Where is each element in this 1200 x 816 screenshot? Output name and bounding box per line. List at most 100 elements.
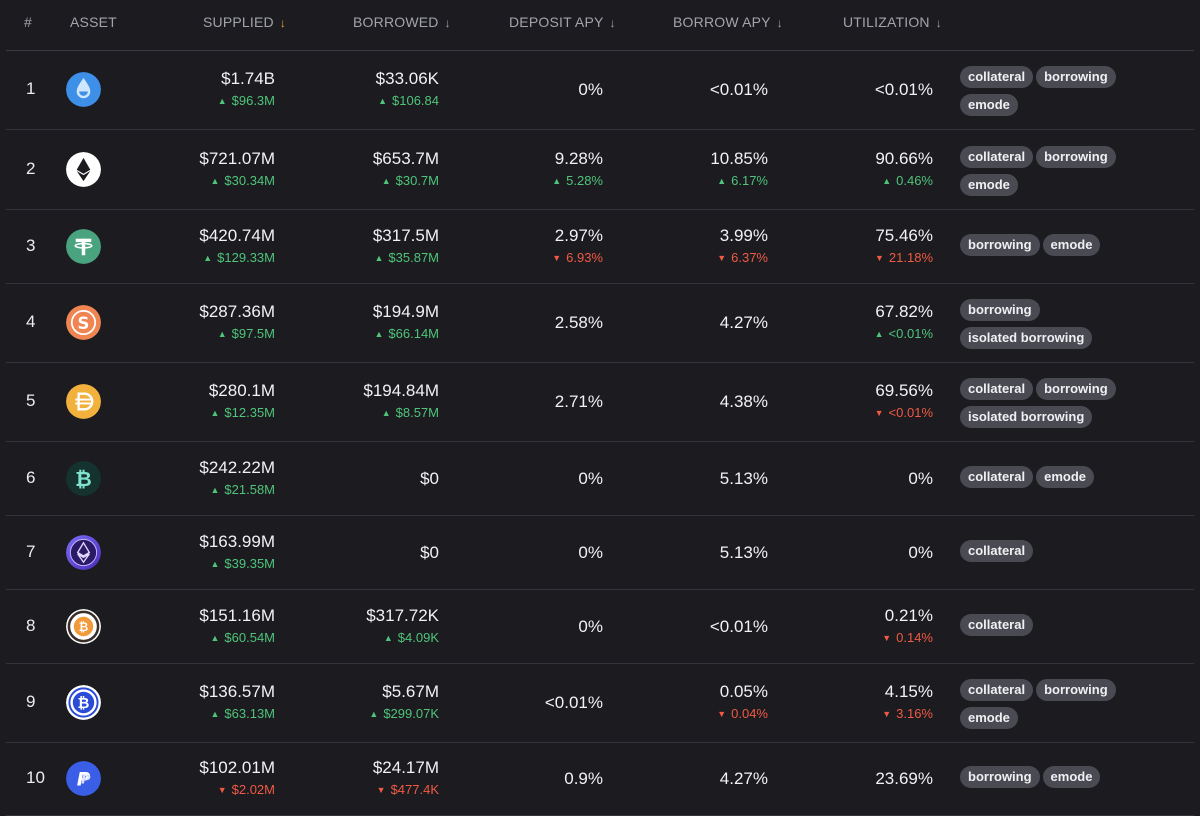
borrow-apy-cell: 4.27% xyxy=(720,769,768,789)
badge-collateral[interactable]: collateral xyxy=(960,679,1034,701)
cell-value: <0.01% xyxy=(544,693,603,712)
utilization-cell: 90.66% ▲ 0.46% xyxy=(875,149,933,188)
badge-list: collateral borrowing isolated borrowing xyxy=(960,378,1160,434)
cell-value: $33.06K xyxy=(375,69,439,88)
table-row[interactable]: 10 P P $102.01M ▼ $2.02M $24.17M ▼ $477.4K 0.9% 4.… xyxy=(6,743,1194,816)
badge-collateral[interactable]: collateral xyxy=(960,378,1034,400)
header-borrow-apy[interactable]: BORROW APY ↓ xyxy=(673,14,783,30)
badge-borrowing[interactable]: borrowing xyxy=(1036,679,1116,701)
cell-value: $163.99M xyxy=(199,531,275,551)
badge-collateral[interactable]: collateral xyxy=(960,66,1034,88)
header-supplied[interactable]: SUPPLIED ↓ xyxy=(203,14,286,30)
borrow-apy-cell: 3.99% ▼ 6.37% xyxy=(717,226,768,265)
utilization-cell: 67.82% ▲ <0.01% xyxy=(875,302,933,341)
bitcoin-teal-icon: ₿ xyxy=(66,460,101,496)
triangle-down-icon: ▼ xyxy=(217,785,227,795)
badge-list: collateral borrowing emode xyxy=(960,679,1160,735)
change-indicator: ▼ 6.37% xyxy=(717,250,768,265)
badge-emode[interactable]: emode xyxy=(1042,233,1101,256)
svg-text:P: P xyxy=(81,771,91,786)
cell-value: 0.9% xyxy=(564,769,603,788)
badge-collateral[interactable]: collateral xyxy=(960,465,1034,488)
cell-value: <0.01% xyxy=(874,80,933,99)
badge-borrowing[interactable]: borrowing xyxy=(960,299,1040,321)
header-deposit-apy[interactable]: DEPOSIT APY ↓ xyxy=(509,14,616,30)
change-indicator: ▲ $96.3M xyxy=(218,93,275,108)
table-row[interactable]: 2 $721.07M ▲ $30.34M $653.7M ▲ $30.7M 9.28% ▲ 5.2… xyxy=(6,130,1194,210)
liquid-staking-drop-icon xyxy=(66,72,101,107)
borrowed-cell: $653.7M ▲ $30.7M xyxy=(373,149,439,188)
cell-value: $194.84M xyxy=(363,381,439,400)
badge-borrowing[interactable]: borrowing xyxy=(960,233,1040,256)
table-row[interactable]: 6 ₿ $242.22M ▲ $21.58M $0 0% 5.13% 0% collateral e… xyxy=(6,442,1194,516)
change-indicator: ▲ 0.46% xyxy=(875,173,933,188)
change-indicator: ▲ $97.5M xyxy=(199,326,275,341)
badge-collateral[interactable]: collateral xyxy=(960,145,1034,168)
triangle-down-icon: ▼ xyxy=(874,408,884,418)
sort-arrow-icon: ↓ xyxy=(609,16,616,30)
triangle-down-icon: ▼ xyxy=(874,252,884,263)
change-indicator: ▼ 0.14% xyxy=(882,630,933,645)
triangle-up-icon: ▲ xyxy=(210,709,220,719)
badge-collateral[interactable]: collateral xyxy=(960,539,1034,562)
table-row[interactable]: 5 $280.1M ▲ $12.35M $194.84M ▲ $8.57M 2.71% 4.38… xyxy=(6,363,1194,442)
table-row[interactable]: 7 $163.99M ▲ $39.35M $0 0% 5.13% 0% collateral xyxy=(6,516,1194,590)
badge-emode[interactable]: emode xyxy=(960,94,1018,116)
cell-value: 4.27% xyxy=(719,769,768,788)
cell-value: 0.05% xyxy=(719,682,768,701)
header-borrowed[interactable]: BORROWED ↓ xyxy=(353,14,451,30)
cell-value: 5.13% xyxy=(719,542,768,562)
badge-collateral[interactable]: collateral xyxy=(960,613,1034,636)
badge-emode[interactable]: emode xyxy=(960,707,1018,729)
table-row[interactable]: 4 S $287.36M ▲ $97.5M $194.9M ▲ $66.14M 2.58% 4.2… xyxy=(6,284,1194,363)
change-value: $106.84 xyxy=(392,93,439,108)
table-row[interactable]: 9 ₿ $136.57M ▲ $63.13M $5.67M ▲ $299.07K <0.01% 0… xyxy=(6,664,1194,743)
table-row[interactable]: 1 $1.74B ▲ $96.3M $33.06K ▲ $106.84 0% <0.01% <0.… xyxy=(6,51,1194,130)
triangle-up-icon: ▲ xyxy=(210,632,220,643)
badge-emode[interactable]: emode xyxy=(1036,465,1094,488)
triangle-up-icon: ▲ xyxy=(210,484,220,495)
cell-value: 0% xyxy=(578,616,603,636)
badge-emode[interactable]: emode xyxy=(960,173,1018,196)
utilization-cell: <0.01% xyxy=(875,80,933,100)
utilization-cell: 75.46% ▼ 21.18% xyxy=(875,226,933,265)
row-index: 9 xyxy=(26,692,36,711)
cell-value: 2.58% xyxy=(554,313,603,332)
sort-arrow-icon: ↓ xyxy=(935,16,942,30)
cell-value: 0% xyxy=(908,468,933,488)
triangle-up-icon: ▲ xyxy=(369,709,379,719)
cell-value: 9.28% xyxy=(554,148,603,168)
deposit-apy-cell: 9.28% ▲ 5.28% xyxy=(552,149,603,188)
change-value: $477.4K xyxy=(390,782,439,797)
change-value: 6.17% xyxy=(731,172,768,188)
table-header: # ASSET SUPPLIED ↓ BORROWED ↓ DEPOSIT APY ↓… xyxy=(6,0,1194,51)
change-indicator: ▲ $35.87M xyxy=(373,250,439,265)
borrowed-cell: $0 xyxy=(420,543,439,563)
table-row[interactable]: 8 ₿ $151.16M ▲ $60.54M $317.72K ▲ $4.09K 0% <0.01… xyxy=(6,590,1194,664)
badge-borrowing[interactable]: borrowing xyxy=(1036,145,1116,168)
badge-isolated-borrowing[interactable]: isolated borrowing xyxy=(960,406,1093,428)
supplied-cell: $721.07M ▲ $30.34M xyxy=(199,149,275,188)
borrowed-cell: $5.67M ▲ $299.07K xyxy=(369,682,439,721)
badge-borrowing[interactable]: borrowing xyxy=(1036,378,1116,400)
row-index: 2 xyxy=(26,158,36,178)
header-borrow-apy-label: BORROW APY xyxy=(673,14,771,30)
triangle-up-icon: ▲ xyxy=(210,175,220,186)
cell-value: 23.69% xyxy=(875,769,933,788)
change-value: $97.5M xyxy=(231,326,275,341)
table-row[interactable]: 3 $420.74M ▲ $129.33M $317.5M ▲ $35.87M 2.97% ▼ 6… xyxy=(6,210,1194,284)
supplied-cell: $242.22M ▲ $21.58M xyxy=(199,458,275,497)
supplied-cell: $287.36M ▲ $97.5M xyxy=(199,302,275,341)
header-utilization[interactable]: UTILIZATION ↓ xyxy=(843,14,942,30)
row-index: 7 xyxy=(26,541,36,561)
triangle-down-icon: ▼ xyxy=(552,252,562,263)
triangle-up-icon: ▲ xyxy=(374,329,384,339)
badge-borrowing[interactable]: borrowing xyxy=(1036,66,1116,88)
triangle-down-icon: ▼ xyxy=(882,632,892,643)
badge-borrowing[interactable]: borrowing xyxy=(960,766,1040,788)
badge-emode[interactable]: emode xyxy=(1042,766,1101,788)
change-indicator: ▼ $477.4K xyxy=(373,782,439,797)
svg-text:₿: ₿ xyxy=(78,695,90,712)
change-value: $39.35M xyxy=(224,555,275,571)
badge-isolated-borrowing[interactable]: isolated borrowing xyxy=(960,327,1093,349)
